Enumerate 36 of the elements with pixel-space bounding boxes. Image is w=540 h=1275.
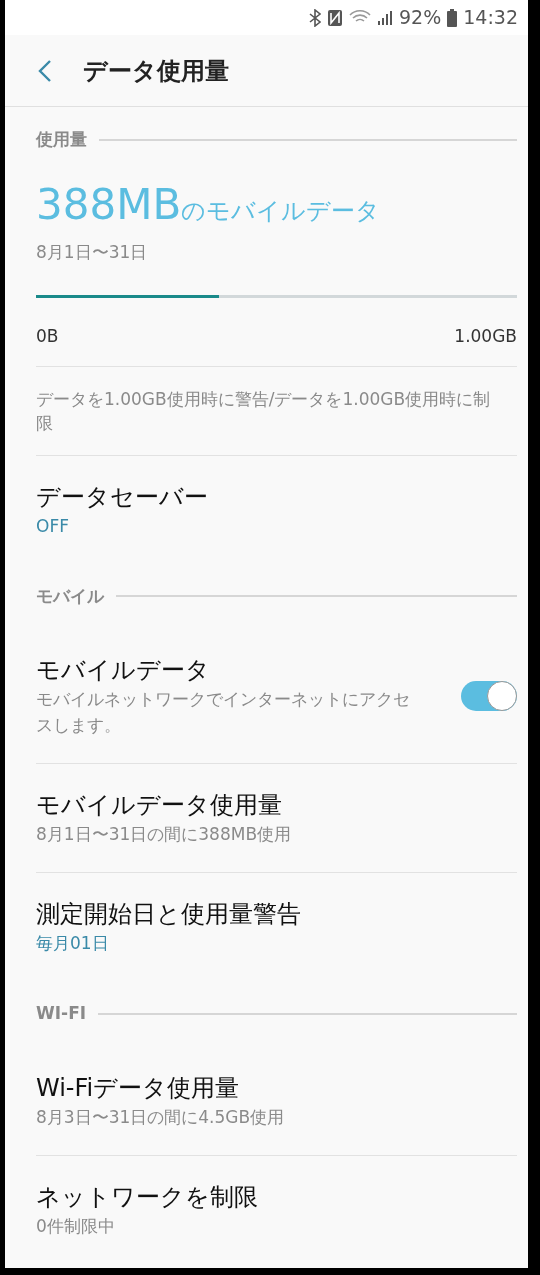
battery-percent: 92% xyxy=(399,5,442,31)
item-title: データセーバー xyxy=(36,481,209,513)
nfc-icon xyxy=(327,8,343,27)
bluetooth-icon xyxy=(309,8,321,27)
setting-item[interactable]: データセーバー OFF xyxy=(36,480,517,539)
page-title: データ使用量 xyxy=(83,55,229,87)
section-header: WI-FI xyxy=(36,1002,87,1025)
setting-item[interactable]: モバイルデータ モバイルネットワークでインターネットにアクセスします。 xyxy=(36,654,421,738)
setting-item[interactable]: モバイルデータ使用量 8月1日〜31日の間に388MB使用 xyxy=(36,789,517,847)
item-title: ネットワークを制限 xyxy=(36,1181,259,1213)
back-icon xyxy=(38,58,52,83)
item-title: 測定開始日と使用量警告 xyxy=(36,899,302,930)
section-header: 使用量 xyxy=(36,128,87,151)
item-subtitle: モバイルネットワークでインターネットにアクセスします。 xyxy=(36,688,411,737)
clock: 14:32 xyxy=(463,5,518,31)
signal-icon xyxy=(377,9,393,26)
item-title: Wi-Fiデータ使用量 xyxy=(36,1072,241,1104)
toggle-switch[interactable] xyxy=(461,681,517,711)
section-header: モバイル xyxy=(36,584,104,608)
item-subtitle: OFF xyxy=(36,514,70,538)
item-subtitle: 毎月01日 xyxy=(36,932,110,955)
meter-max-label: 1.00GB xyxy=(454,325,517,348)
limit-note: データを1.00GB使用時に警告/データを1.00GB使用時に制限 xyxy=(36,387,492,435)
setting-item[interactable]: Wi-Fiデータ使用量 8月3日〜31日の間に4.5GB使用 xyxy=(36,1071,517,1130)
item-title: モバイルデータ使用量 xyxy=(36,790,283,821)
setting-item[interactable]: 測定開始日と使用量警告 毎月01日 xyxy=(36,898,517,956)
setting-item[interactable]: ネットワークを制限 0件制限中 xyxy=(36,1180,517,1239)
meter-min-label: 0B xyxy=(36,325,59,348)
usage-label: のモバイルデータ xyxy=(181,195,381,227)
item-subtitle: 8月1日〜31日の間に388MB使用 xyxy=(36,823,293,846)
usage-period: 8月1日〜31日 xyxy=(36,240,149,264)
item-subtitle: 8月3日〜31日の間に4.5GB使用 xyxy=(36,1105,286,1129)
item-subtitle: 0件制限中 xyxy=(36,1214,116,1238)
usage-amount: 388MB xyxy=(36,178,182,231)
item-title: モバイルデータ xyxy=(36,655,211,686)
battery-icon xyxy=(447,8,458,27)
